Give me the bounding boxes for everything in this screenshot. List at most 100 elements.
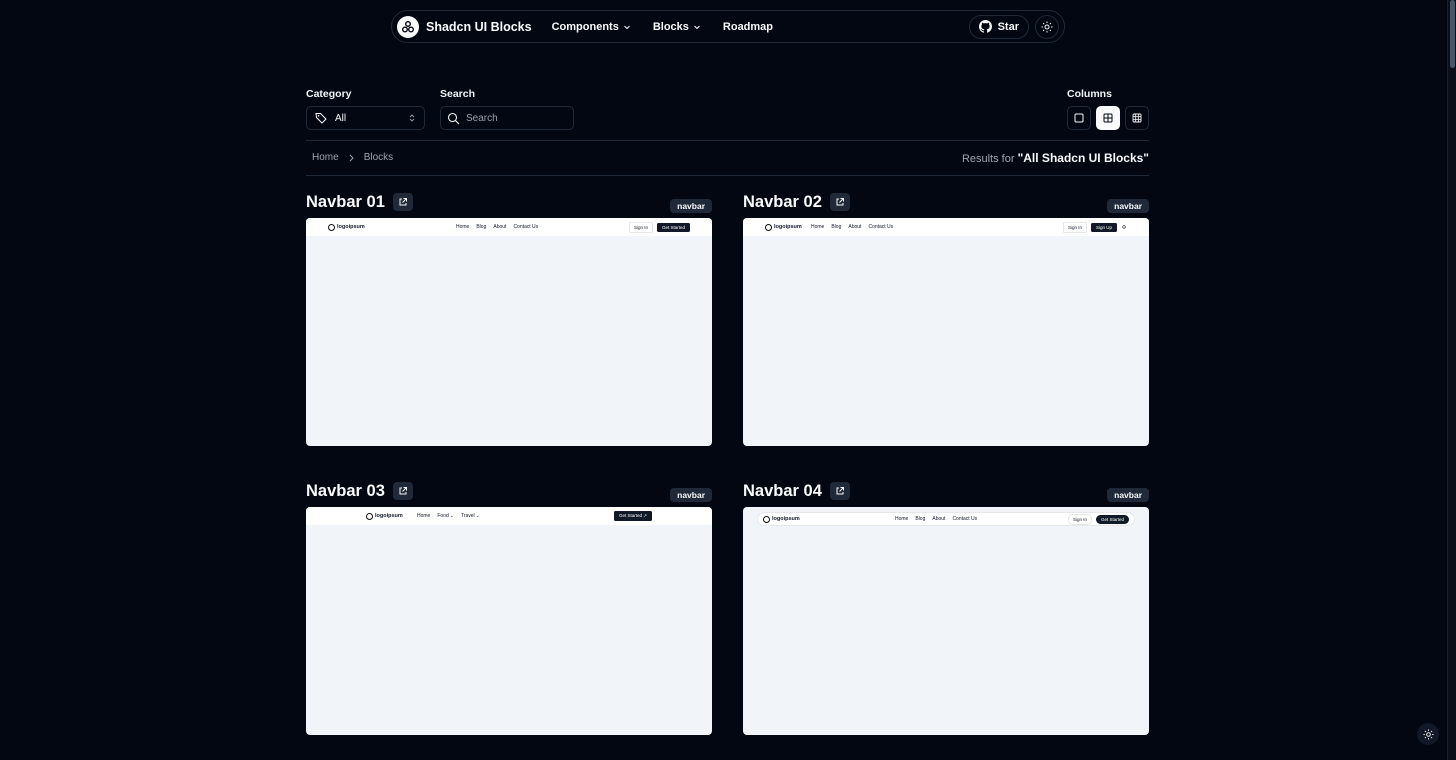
open-external-button[interactable]: [829, 193, 850, 211]
card-title: Navbar 03: [306, 481, 385, 500]
scrollbar[interactable]: [1447, 0, 1456, 760]
search-input[interactable]: [466, 112, 566, 124]
preview-link: About: [932, 516, 946, 522]
github-icon: [978, 20, 992, 33]
github-star-button[interactable]: Star: [968, 14, 1029, 39]
chevron-up-down-icon: [409, 114, 415, 122]
nav-components-label: Components: [551, 20, 619, 33]
category-value: All: [335, 112, 347, 124]
grid-3-icon: [1132, 113, 1142, 123]
theme-toggle-button[interactable]: [1035, 14, 1059, 39]
preview-actions: Sign In Get Started: [628, 221, 690, 233]
preview-sign-in: Sign In: [1067, 513, 1092, 525]
external-link-icon: [399, 198, 407, 206]
preview-link: Blog: [915, 516, 926, 522]
arrow-up-right-icon: ↗: [643, 513, 647, 518]
category-tag[interactable]: navbar: [1107, 488, 1149, 502]
chevron-right-icon: [349, 154, 354, 161]
open-external-button[interactable]: [392, 482, 413, 500]
columns-2-button[interactable]: [1096, 106, 1120, 130]
block-preview[interactable]: logoipsum Home Food ⌄ Travel ⌄ Get Start…: [306, 507, 712, 735]
preview-link: Contact Us: [513, 224, 539, 230]
preview-navbar: logoipsum Home Blog About Contact Us Sig…: [306, 218, 712, 236]
results-query: "All Shadcn UI Blocks": [1017, 151, 1149, 165]
preview-sign-up: Sign Up: [1090, 222, 1117, 232]
preview-links: Home Blog About Contact Us: [456, 224, 538, 230]
search-box: [440, 106, 574, 130]
open-external-button[interactable]: [392, 193, 413, 211]
top-nav: Shadcn UI Blocks Components Blocks Roadm…: [391, 10, 1065, 43]
chevron-down-icon: [623, 25, 630, 29]
block-card: Navbar 02 navbar logoipsum Home Blog Abo…: [743, 191, 1149, 446]
external-link-icon: [836, 487, 844, 495]
columns-3-button[interactable]: [1125, 106, 1149, 130]
preview-link: Home: [811, 224, 825, 230]
nav-roadmap[interactable]: Roadmap: [723, 21, 773, 33]
block-card: Navbar 03 navbar logoipsum Home Food ⌄ T…: [306, 480, 712, 735]
preview-link: Food: [437, 513, 449, 519]
preview-navbar: logoipsum Home Food ⌄ Travel ⌄ Get Start…: [306, 507, 712, 525]
category-tag[interactable]: navbar: [670, 199, 712, 213]
card-header: Navbar 01 navbar: [306, 191, 712, 213]
block-preview[interactable]: logoipsum Home Blog About Contact Us Sig…: [743, 507, 1149, 735]
nav-blocks[interactable]: Blocks: [653, 21, 701, 33]
preview-logo-text: logoipsum: [337, 224, 365, 230]
card-title: Navbar 01: [306, 192, 385, 211]
chevron-down-icon: ⌄: [475, 513, 480, 519]
grid-2-icon: [1103, 113, 1113, 123]
preview-actions: Sign In Sign Up: [1062, 221, 1127, 233]
breadcrumb-home[interactable]: Home: [312, 152, 339, 163]
preview-sign-in: Sign In: [628, 221, 653, 233]
breadcrumb-blocks[interactable]: Blocks: [364, 152, 393, 163]
preview-logo: logoipsum: [763, 515, 800, 523]
nav-components[interactable]: Components: [552, 21, 631, 33]
brand-name[interactable]: Shadcn UI Blocks: [426, 20, 532, 34]
columns-label: Columns: [1067, 88, 1112, 100]
logo-icon[interactable]: [397, 15, 419, 38]
columns-1-button[interactable]: [1067, 106, 1091, 130]
floating-theme-button[interactable]: [1417, 723, 1439, 745]
divider: [306, 175, 1149, 176]
preview-logo: logoipsum: [328, 223, 365, 231]
card-header: Navbar 03 navbar: [306, 480, 712, 502]
tag-icon: [315, 113, 327, 124]
nav-blocks-label: Blocks: [652, 20, 689, 33]
block-preview[interactable]: logoipsum Home Blog About Contact Us Sig…: [306, 218, 712, 446]
category-tag[interactable]: navbar: [1107, 199, 1149, 213]
preview-link: About: [493, 224, 507, 230]
preview-link: Home: [456, 224, 470, 230]
preview-links: Home Blog About Contact Us: [811, 224, 893, 230]
preview-sign-in: Sign In: [1062, 221, 1087, 233]
card-header: Navbar 02 navbar: [743, 191, 1149, 213]
external-link-icon: [399, 487, 407, 495]
external-link-icon: [836, 198, 844, 206]
category-select[interactable]: All: [306, 106, 425, 130]
card-title: Navbar 04: [743, 481, 822, 500]
block-preview[interactable]: logoipsum Home Blog About Contact Us Sig…: [743, 218, 1149, 446]
logo-icon: [366, 512, 373, 520]
card-header: Navbar 04 navbar: [743, 480, 1149, 502]
open-external-button[interactable]: [829, 482, 850, 500]
preview-logo: logoipsum: [765, 223, 802, 231]
results-prefix: Results for: [961, 153, 1015, 165]
results-summary: Results for "All Shadcn UI Blocks": [962, 151, 1149, 165]
block-card: Navbar 04 navbar logoipsum Home Blog Abo…: [743, 480, 1149, 735]
search-label: Search: [440, 88, 476, 100]
preview-link: Travel: [460, 513, 475, 519]
logo-icon: [765, 223, 772, 231]
category-tag[interactable]: navbar: [670, 488, 712, 502]
preview-get-started: Get Started: [656, 222, 690, 232]
preview-logo: logoipsum: [366, 512, 403, 520]
preview-link: Contact Us: [868, 224, 894, 230]
preview-logo-text: logoipsum: [772, 516, 800, 522]
preview-logo-text: logoipsum: [774, 224, 802, 230]
sun-icon: [1122, 225, 1126, 229]
preview-link: About: [848, 224, 862, 230]
preview-links: Home Food ⌄ Travel ⌄: [417, 513, 480, 519]
preview-logo-text: logoipsum: [375, 513, 403, 519]
preview-link: Blog: [831, 224, 842, 230]
chevron-down-icon: [694, 25, 700, 29]
preview-link: Home: [417, 513, 431, 519]
scrollbar-thumb[interactable]: [1450, 0, 1455, 68]
chevron-down-icon: ⌄: [449, 513, 454, 519]
